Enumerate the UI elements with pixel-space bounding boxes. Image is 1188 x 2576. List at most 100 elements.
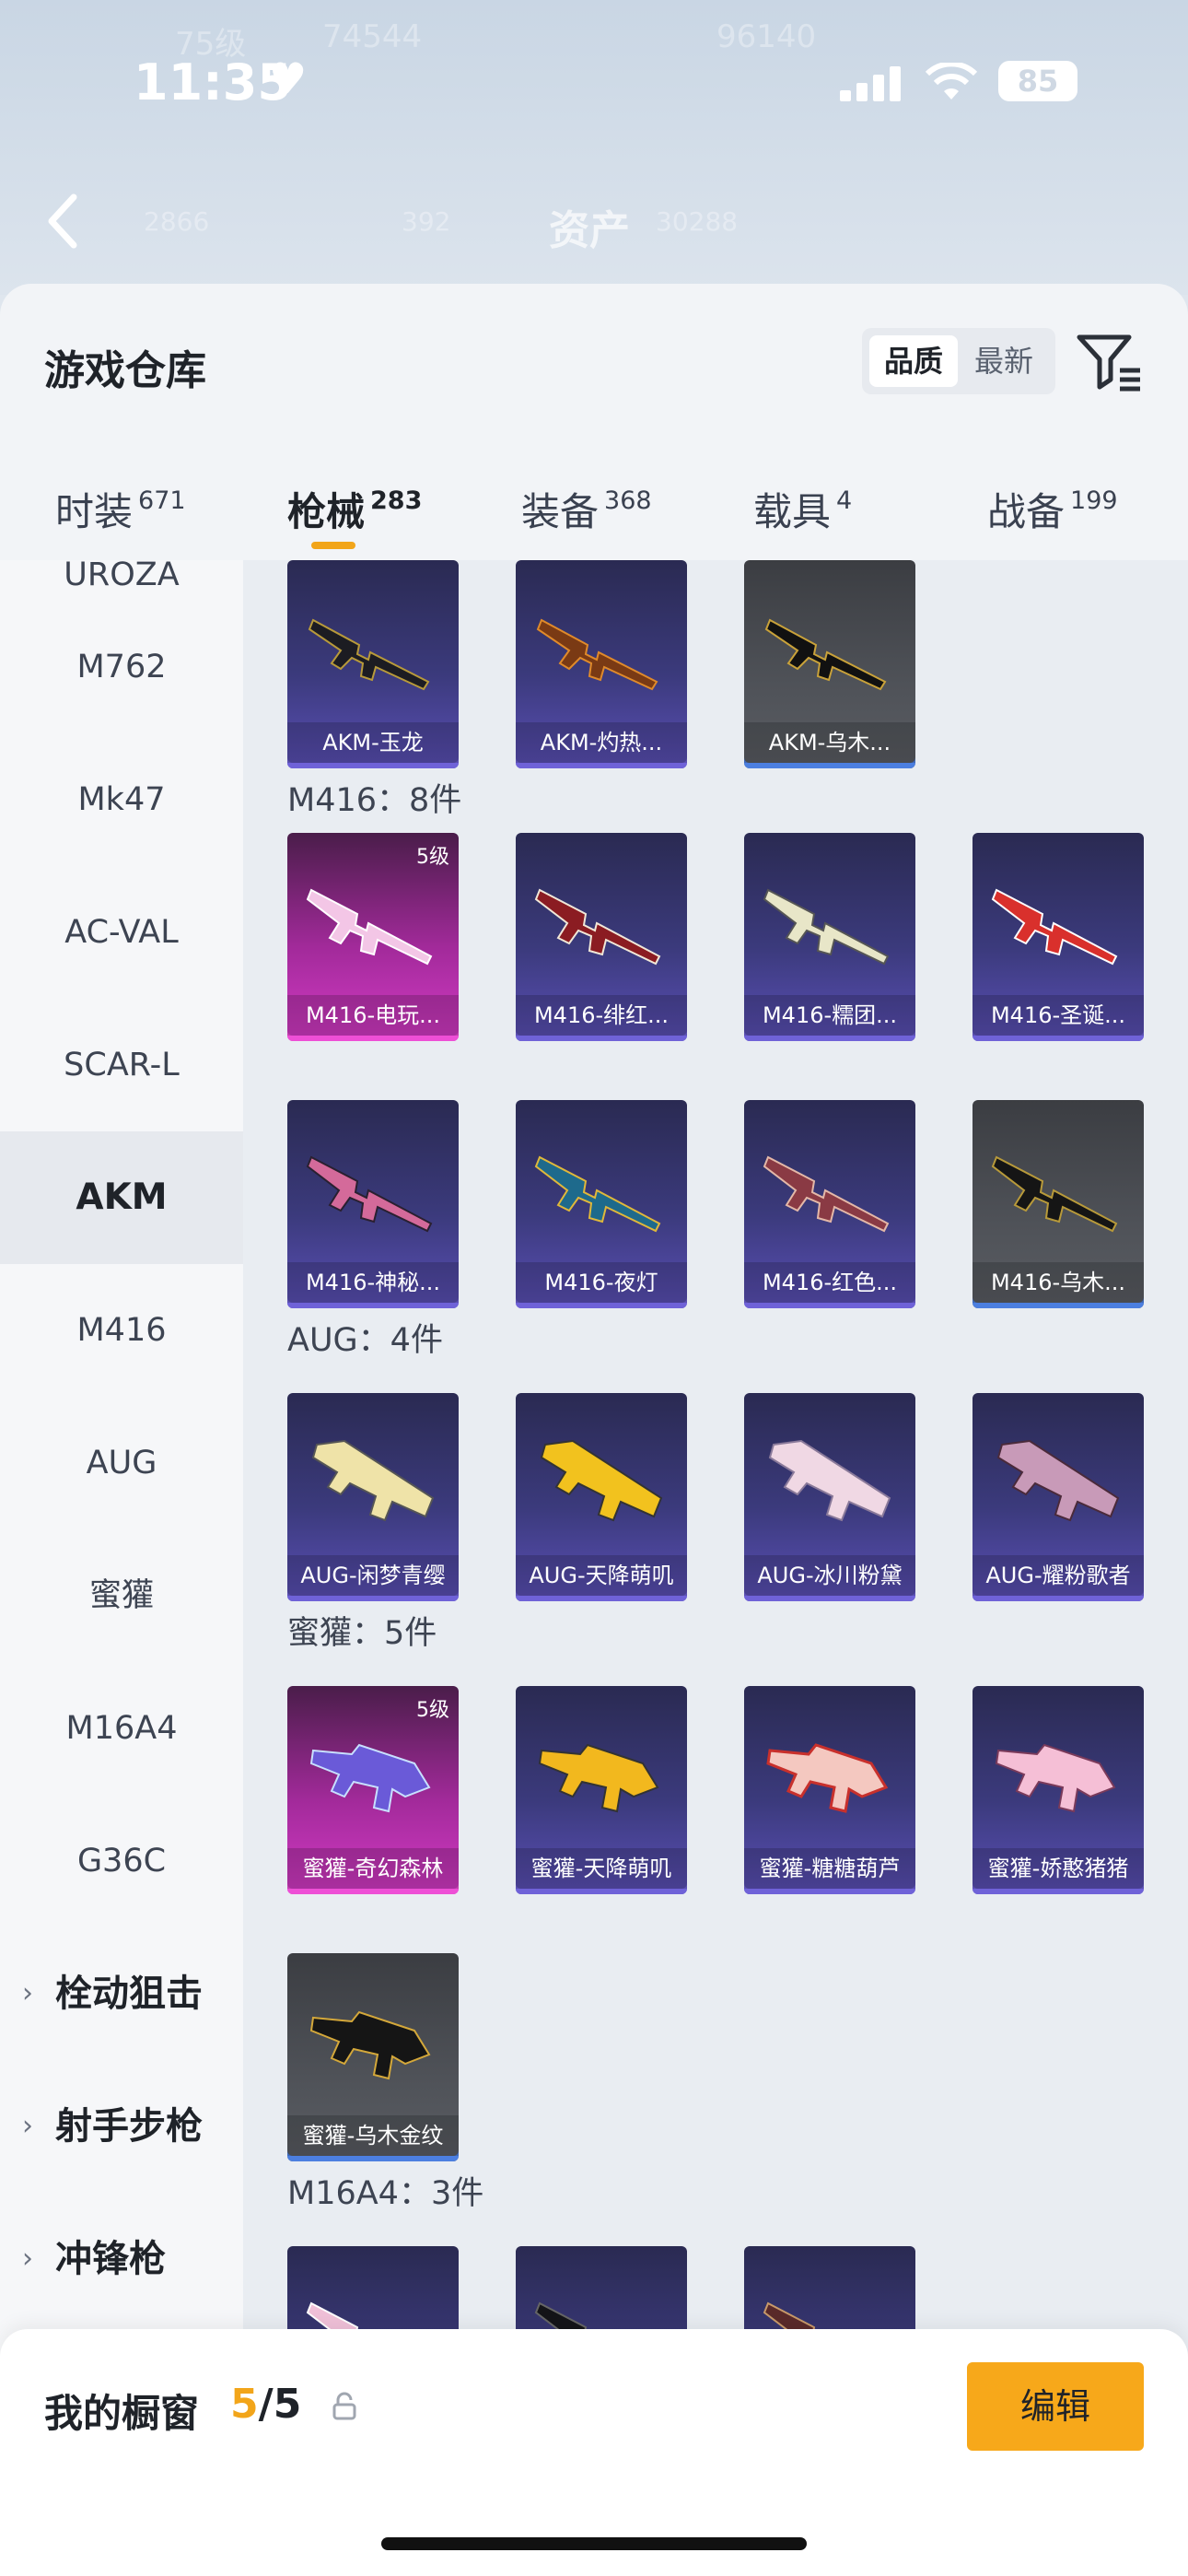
rifle-icon [306, 888, 433, 966]
bullpup-rifle-icon [311, 1439, 435, 1522]
page-title: 资产 [549, 207, 630, 254]
skin-card[interactable]: M416-夜灯 [516, 1100, 687, 1308]
level-badge: 5级 [416, 1699, 449, 1722]
skin-name: AUG-耀粉歌者 [973, 1555, 1144, 1596]
sidebar-group-label: 射手步枪 [55, 2105, 203, 2148]
smg-icon [309, 2010, 431, 2080]
skin-name: AKM-灼热... [516, 722, 687, 763]
skin-card[interactable]: AUG-耀粉歌者 [973, 1393, 1144, 1601]
category-tabs: 时装 671 枪械 283 装备 368 载具 4 战备 199 [0, 468, 1188, 560]
section-header-aug: AUG：4件 [287, 1322, 443, 1359]
sidebar-group-label: 冲锋枪 [55, 2238, 166, 2280]
skin-card[interactable]: M416-绯红... [516, 833, 687, 1041]
active-tab-indicator [311, 542, 355, 549]
sidebar-item-m16a4[interactable]: M16A4 [0, 1662, 243, 1795]
skin-card[interactable]: 蜜獾-娇憨猪猪 [973, 1686, 1144, 1894]
skin-card[interactable]: 5级 M416-电玩... [287, 833, 459, 1041]
sidebar-item-aug[interactable]: AUG [0, 1397, 243, 1529]
chevron-right-icon: › [22, 2110, 33, 2142]
rifle-icon [534, 888, 661, 966]
tab-firearms[interactable]: 枪械 283 [287, 481, 422, 537]
cellular-signal-icon [840, 66, 901, 101]
skin-name: 蜜獾-娇憨猪猪 [973, 1848, 1144, 1889]
skin-name: M416-圣诞... [973, 995, 1144, 1036]
skin-name: AKM-玉龙 [287, 722, 459, 763]
skin-card[interactable]: AUG-闲梦青缨 [287, 1393, 459, 1601]
tab-count: 368 [604, 486, 652, 515]
rifle-icon [991, 1155, 1118, 1233]
edit-button[interactable]: 编辑 [967, 2362, 1144, 2451]
skin-name: AUG-闲梦青缨 [287, 1555, 459, 1596]
sidebar-group-marksman[interactable]: › 射手步枪 [0, 2060, 243, 2193]
tab-label: 载具 [753, 489, 832, 534]
skin-card[interactable]: 5级蜜獾-奇幻森林 [287, 1686, 459, 1894]
skin-name: M416-乌木... [973, 1262, 1144, 1303]
level-badge: 5级 [416, 846, 449, 869]
sidebar-item-mk47[interactable]: Mk47 [0, 733, 243, 866]
skin-card[interactable]: AUG-冰川粉黛 [744, 1393, 915, 1601]
skin-name: 蜜獾-天降萌叽 [516, 1848, 687, 1889]
skin-card[interactable]: 蜜獾-乌木金纹 [287, 1953, 459, 2161]
sort-quality-button[interactable]: 品质 [869, 335, 958, 387]
skin-card[interactable]: 蜜獾-天降萌叽 [516, 1686, 687, 1894]
skin-card[interactable]: AKM-乌木... [744, 560, 915, 768]
bullpup-rifle-icon [996, 1439, 1120, 1522]
tab-label: 装备 [521, 489, 600, 534]
tab-equipment[interactable]: 装备 368 [521, 481, 652, 537]
back-icon[interactable] [44, 193, 81, 249]
section-header-honey-badger: 蜜獾：5件 [287, 1615, 437, 1652]
background-level: 75级 [175, 26, 247, 63]
skin-grid: AKM-玉龙 AKM-灼热... AKM-乌木... M416：8件 5级 M41… [243, 560, 1188, 2576]
skin-card[interactable]: AKM-灼热... [516, 560, 687, 768]
sidebar-item-scar-l[interactable]: SCAR-L [0, 999, 243, 1131]
tab-gear[interactable]: 战备 199 [987, 481, 1118, 537]
sidebar-group-label: 栓动狙击 [55, 1973, 203, 2015]
skin-name: AUG-冰川粉黛 [744, 1555, 915, 1596]
battery-indicator: 85 [998, 61, 1077, 101]
heart-icon: ♥ [269, 53, 308, 103]
sidebar-item-m416[interactable]: M416 [0, 1264, 243, 1397]
background-stat: 74544 [322, 18, 423, 55]
sidebar-item-ac-val[interactable]: AC-VAL [0, 866, 243, 999]
sidebar-item-g36c[interactable]: G36C [0, 1795, 243, 1927]
home-indicator [381, 2537, 807, 2550]
skin-card[interactable]: M416-红色... [744, 1100, 915, 1308]
skin-card[interactable]: AUG-天降萌叽 [516, 1393, 687, 1601]
tab-label: 战备 [987, 489, 1066, 534]
tab-count: 671 [138, 486, 186, 515]
sidebar-group-smg[interactable]: › 冲锋枪 [0, 2193, 243, 2325]
tab-fashion[interactable]: 时装 671 [55, 481, 186, 537]
skin-card[interactable]: M416-神秘... [287, 1100, 459, 1308]
skin-card[interactable]: M416-圣诞... [973, 833, 1144, 1041]
sidebar-item-m762[interactable]: M762 [0, 601, 243, 733]
skin-card[interactable]: M416-糯团... [744, 833, 915, 1041]
rifle-icon [536, 618, 658, 691]
skin-name: 蜜獾-乌木金纹 [287, 2115, 459, 2156]
skin-name: M416-夜灯 [516, 1262, 687, 1303]
skin-name: M416-电玩... [287, 995, 459, 1036]
sidebar-item-akm[interactable]: AKM [0, 1131, 243, 1264]
rifle-icon [306, 1155, 433, 1233]
tab-vehicles[interactable]: 载具 4 [753, 481, 852, 537]
rifle-icon [763, 888, 890, 966]
sidebar-group-bolt-sniper[interactable]: › 栓动狙击 [0, 1927, 243, 2060]
lock-icon [332, 2392, 356, 2420]
skin-card[interactable]: 蜜獾-糖糖葫芦 [744, 1686, 915, 1894]
sort-newest-button[interactable]: 最新 [960, 335, 1048, 387]
skin-name: M416-红色... [744, 1262, 915, 1303]
skin-name: M416-神秘... [287, 1262, 459, 1303]
rifle-icon [763, 1155, 890, 1233]
skin-name: M416-糯团... [744, 995, 915, 1036]
wifi-icon [925, 63, 978, 100]
skin-card[interactable]: M416-乌木... [973, 1100, 1144, 1308]
skin-name: AKM-乌木... [744, 722, 915, 763]
skin-card[interactable]: AKM-玉龙 [287, 560, 459, 768]
tab-label: 时装 [55, 489, 134, 534]
background-stat: 2866 [144, 206, 210, 237]
skin-name: 蜜獾-奇幻森林 [287, 1848, 459, 1889]
filter-icon[interactable] [1076, 332, 1144, 392]
tab-count: 283 [370, 486, 423, 515]
sheet-title: 游戏仓库 [44, 347, 206, 394]
tab-label: 枪械 [287, 489, 366, 534]
sidebar-item-honey-badger[interactable]: 蜜獾 [0, 1529, 243, 1662]
